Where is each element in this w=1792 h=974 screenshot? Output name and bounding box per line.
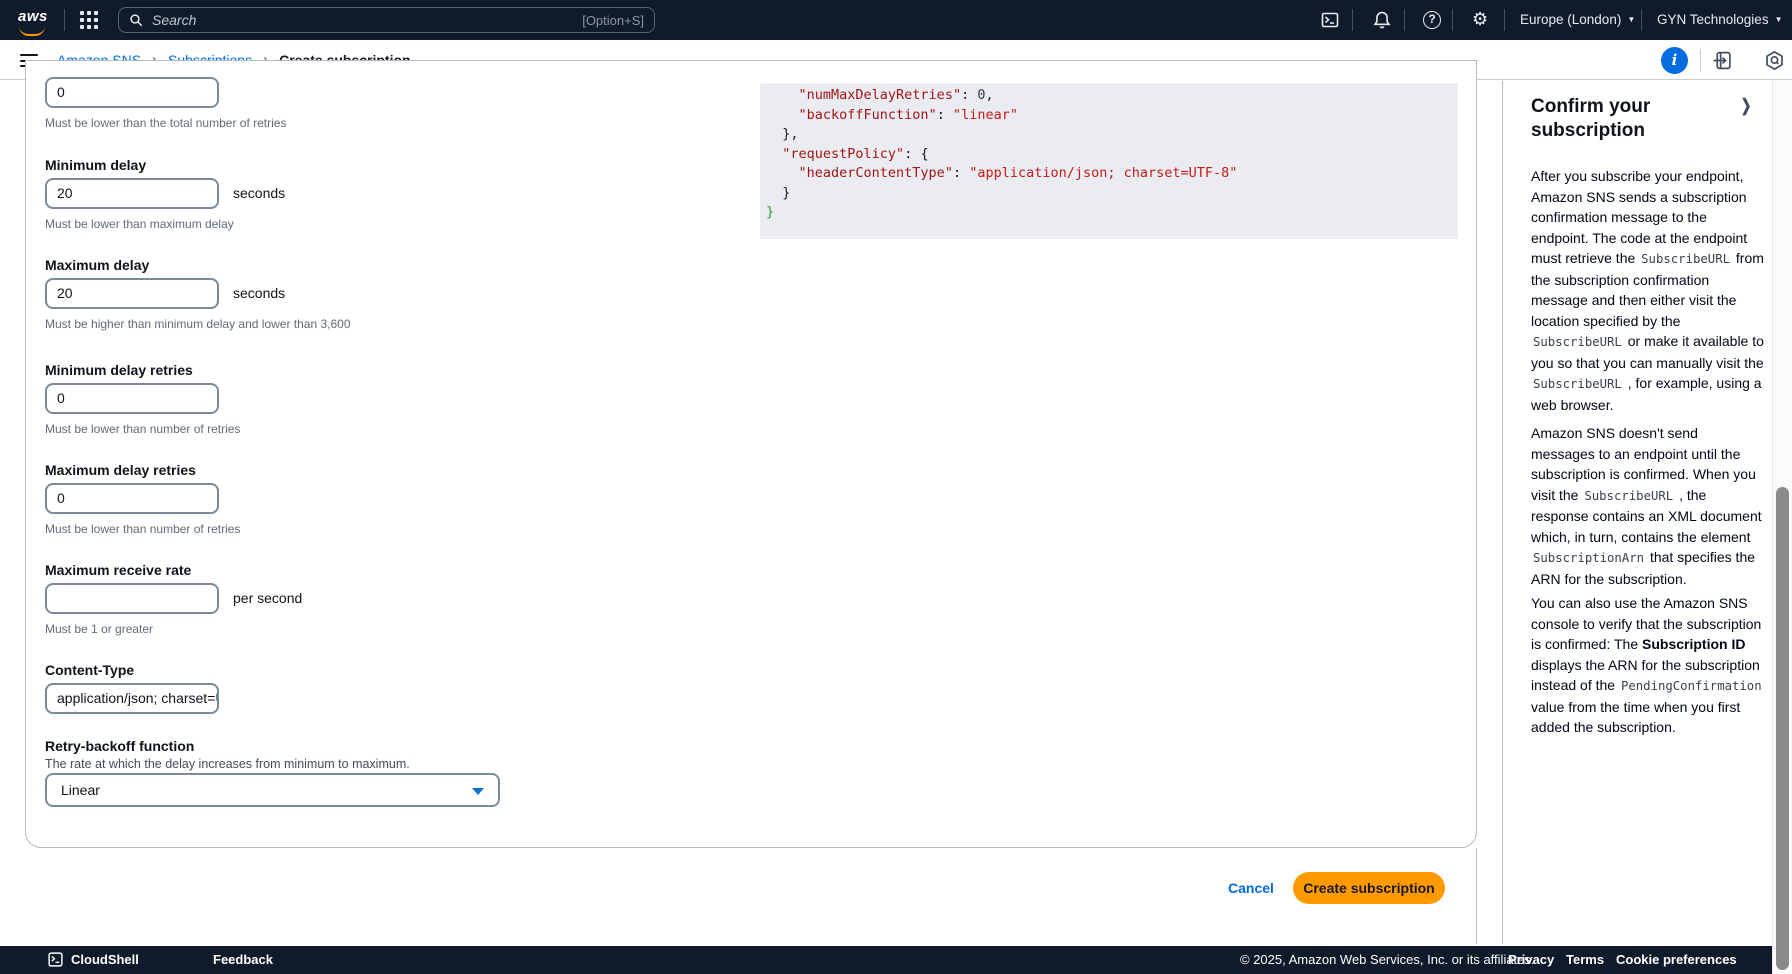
aws-logo-text: aws [18,8,48,25]
help-icon[interactable]: ? [1423,11,1443,31]
chevron-down-icon: ▼ [1775,15,1783,24]
help-panel-collapse-chevron-icon[interactable]: ❯ [1741,96,1752,116]
maximum-delay-helper: Must be higher than minimum delay and lo… [45,317,351,331]
cloudshell-terminal-icon [48,952,63,967]
panel-divider [1476,848,1477,944]
inline-code: SubscribeURL [1639,252,1732,266]
chevron-down-icon: ▼ [1627,15,1635,24]
services-grid-icon[interactable] [80,11,98,29]
help-paragraph: You can also use the Amazon SNS console … [1531,593,1765,738]
maximum-receive-rate-helper: Must be 1 or greater [45,622,153,636]
help-panel: Confirm your subscription ❯ After you su… [1503,80,1771,944]
top-navigation: aws Search [Option+S] [0,0,1792,40]
window-scrollbar-track[interactable] [1772,80,1792,974]
retry-backoff-label: Retry-backoff function [45,738,194,754]
footer-bar: CloudShell Feedback © 2025, Amazon Web S… [0,946,1792,974]
select-caret-icon [472,788,484,795]
maximum-receive-rate-input[interactable] [45,583,219,614]
nav-divider [1641,9,1642,31]
terms-link[interactable]: Terms [1566,952,1604,967]
cloudshell-label: CloudShell [71,952,139,967]
cloudshell-terminal-icon[interactable] [1320,10,1340,30]
search-icon [129,13,144,28]
help-panel-title: Confirm your subscription [1531,95,1731,143]
nav-divider [1452,9,1453,31]
maximum-delay-retries-input[interactable]: 0 [45,483,219,514]
number-of-retries-input[interactable]: 0 [45,77,219,108]
search-placeholder: Search [152,12,582,28]
retry-backoff-selected-value: Linear [61,782,100,798]
maximum-delay-input[interactable]: 20 [45,278,219,309]
region-selector[interactable]: Europe (London) ▼ [1520,12,1635,27]
retry-backoff-description: The rate at which the delay increases fr… [45,757,410,771]
notifications-bell-icon[interactable] [1372,10,1392,30]
inline-code: SubscribeURL [1531,335,1624,349]
minimum-delay-retries-helper: Must be lower than number of retries [45,422,240,436]
aws-console-window: aws Search [Option+S] [0,0,1792,974]
main-content: 0 Must be lower than the total number of… [0,80,1792,974]
code-line: } [766,184,1458,204]
aws-logo-swoosh [19,25,45,36]
inline-code: SubscribeURL [1531,377,1624,391]
inline-code: SubscribeURL [1582,489,1675,503]
nav-divider [1352,9,1353,31]
minimum-delay-suffix: seconds [233,185,285,201]
bold-text: Subscription ID [1642,636,1745,652]
minimum-delay-label: Minimum delay [45,157,146,173]
cookie-preferences-link[interactable]: Cookie preferences [1616,952,1737,967]
help-paragraph: After you subscribe your endpoint, Amazo… [1531,166,1765,415]
code-line: "headerContentType": "application/json; … [766,164,1458,184]
copyright-text: © 2025, Amazon Web Services, Inc. or its… [1240,952,1535,967]
feedback-button[interactable]: Feedback [213,952,273,967]
code-line: } [766,203,1458,223]
create-subscription-button[interactable]: Create subscription [1293,872,1445,904]
nav-divider [64,9,65,31]
help-paragraph: Amazon SNS doesn't send messages to an e… [1531,423,1765,589]
settings-gear-icon[interactable]: ⚙ [1472,9,1492,29]
maximum-receive-rate-suffix: per second [233,590,302,606]
cloudshell-footer-button[interactable]: CloudShell [48,952,139,967]
maximum-receive-rate-label: Maximum receive rate [45,562,191,578]
maximum-delay-retries-label: Maximum delay retries [45,462,196,478]
resources-journal-icon[interactable] [1712,50,1733,71]
maximum-delay-label: Maximum delay [45,257,149,273]
inline-code: SubscriptionArn [1531,551,1646,565]
minimum-delay-input[interactable]: 20 [45,178,219,209]
privacy-link[interactable]: Privacy [1508,952,1554,967]
code-line: }, [766,125,1458,145]
minimum-delay-retries-label: Minimum delay retries [45,362,193,378]
account-menu[interactable]: GYN Technologies ▼ [1657,12,1783,27]
code-preview[interactable]: "numMaxDelayRetries": 0, "backoffFunctio… [760,83,1458,239]
nav-divider [1504,9,1505,31]
aws-logo[interactable]: aws [18,8,48,26]
search-input[interactable]: Search [Option+S] [118,7,655,33]
crumb-divider [1700,49,1701,72]
code-line: "requestPolicy": { [766,145,1458,165]
inline-code: PendingConfirmation [1619,679,1764,693]
code-line: "backoffFunction": "linear" [766,106,1458,126]
nav-divider [1404,9,1405,31]
search-shortcut: [Option+S] [582,13,644,28]
window-scrollbar-thumb[interactable] [1776,487,1789,970]
region-label: Europe (London) [1520,12,1621,27]
minimum-delay-retries-input[interactable]: 0 [45,383,219,414]
content-type-label: Content-Type [45,662,134,678]
account-label: GYN Technologies [1657,12,1769,27]
maximum-delay-suffix: seconds [233,285,285,301]
content-type-input[interactable]: application/json; charset=UTF-8 [45,683,219,714]
code-line: "numMaxDelayRetries": 0, [766,86,1458,106]
maximum-delay-retries-helper: Must be lower than number of retries [45,522,240,536]
cancel-button[interactable]: Cancel [1228,880,1274,896]
info-panel-toggle-icon[interactable]: i [1661,47,1688,74]
minimum-delay-helper: Must be lower than maximum delay [45,217,234,231]
amazon-q-hexagon-icon[interactable] [1764,50,1785,71]
field-helper: Must be lower than the total number of r… [45,116,286,130]
retry-backoff-select[interactable]: Linear [45,773,500,807]
